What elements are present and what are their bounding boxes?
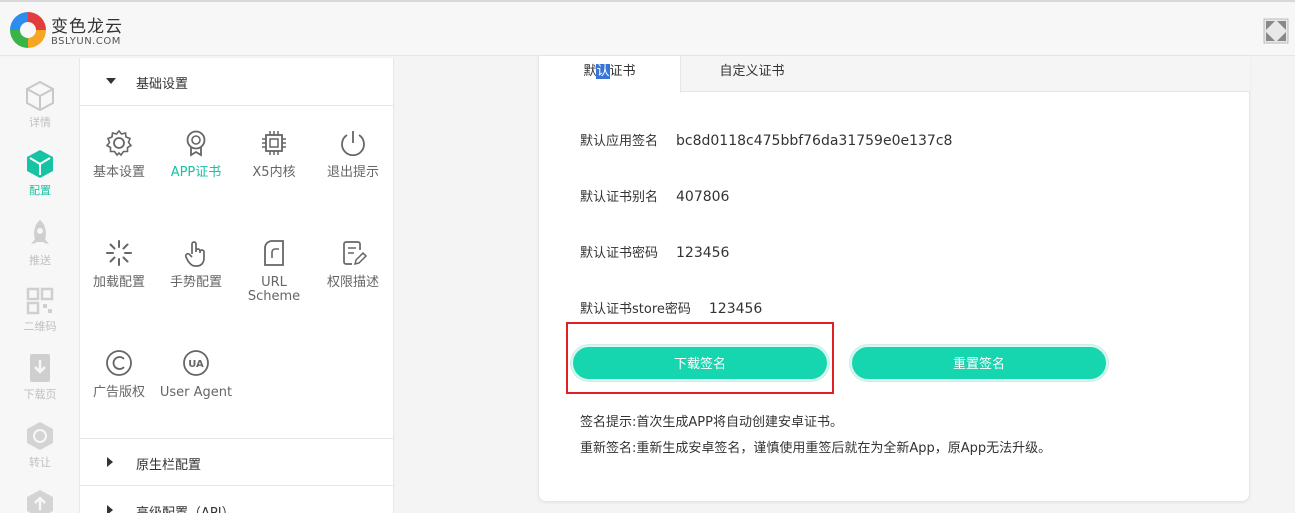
tab-custom-cert[interactable]: 自定义证书: [681, 56, 823, 92]
menu-item-label: 广告版权: [92, 385, 145, 400]
field-label: 默认证书store密码: [580, 302, 691, 317]
section-label: 基础设置: [136, 77, 189, 92]
brand-domain: BSLYUN.COM: [51, 36, 121, 47]
tab-label: 默: [583, 64, 597, 79]
menu-item-basic[interactable]: 基本设置: [79, 128, 159, 180]
menu-item-permissions[interactable]: 权限描述: [313, 238, 393, 290]
edit-document-icon: [343, 241, 368, 266]
copyright-icon: [106, 350, 132, 376]
rail-item-push[interactable]: 推送: [0, 218, 80, 268]
menu-item-label: 权限描述: [326, 275, 379, 290]
url-scheme-icon: [264, 240, 284, 266]
caret-right-icon: [107, 505, 113, 513]
section-label: 高级配置（API）: [136, 502, 235, 513]
field-value: bc8d0118c475bbf76da31759e0e137c8: [676, 133, 953, 149]
field-label: 默认证书别名: [580, 190, 659, 205]
menu-item-label: User Agent: [159, 385, 233, 400]
menu-item-label-2: Scheme: [247, 289, 301, 304]
section-advanced-api[interactable]: 高级配置（API）: [80, 487, 393, 513]
menu-item-app-cert[interactable]: APP证书: [156, 128, 236, 180]
section-label: 原生栏配置: [136, 458, 202, 473]
loading-icon: [106, 240, 132, 266]
rail-item-config[interactable]: 配置: [0, 148, 80, 198]
menu-item-url-scheme[interactable]: URL Scheme: [234, 238, 314, 304]
settings-menu: 基础设置 基本设置 APP证书 X5内核 退出提示 加载配置 手势配置 URL …: [80, 58, 394, 513]
brand-name: 变色龙云: [51, 17, 123, 37]
menu-item-label: X5内核: [252, 165, 296, 180]
gear-icon: [105, 129, 133, 157]
signature-tip: 签名提示:首次生成APP将自动创建安卓证书。: [580, 415, 843, 430]
cert-tabs: 默认证书 自定义证书: [539, 56, 1250, 93]
rail-item-qrcode[interactable]: 二维码: [0, 286, 80, 334]
menu-item-label: APP证书: [170, 165, 222, 180]
caret-right-icon: [107, 457, 113, 467]
expand-icon[interactable]: [1263, 18, 1289, 44]
rail-item-transfer[interactable]: 转让: [0, 420, 80, 470]
default-app-signature-row: 默认应用签名 bc8d0118c475bbf76da31759e0e137c8: [580, 130, 952, 149]
field-label: 默认应用签名: [580, 134, 659, 149]
menu-item-label: 手势配置: [169, 275, 222, 290]
tab-default-cert[interactable]: 默认证书: [539, 56, 681, 93]
resign-warning: 重新签名:重新生成安卓签名，谨慎使用重签后就在为全新App，原App无法升级。: [580, 441, 1052, 456]
power-icon: [341, 131, 365, 157]
menu-item-label: 退出提示: [326, 165, 379, 180]
default-cert-alias-row: 默认证书别名 407806: [580, 186, 729, 205]
field-value: 407806: [676, 189, 730, 205]
certificate-panel: 默认证书 自定义证书 默认应用签名 bc8d0118c475bbf76da3175…: [538, 56, 1250, 502]
certificate-icon: [186, 130, 206, 157]
menu-item-loading[interactable]: 加载配置: [79, 238, 159, 290]
icon-rail: 详情 配置 推送 二维码 下载页 转让: [0, 58, 80, 513]
brand-logo[interactable]: [10, 12, 46, 48]
default-cert-password-row: 默认证书密码 123456: [580, 242, 729, 261]
cube-icon: [27, 150, 53, 178]
app-header: 变色龙云 BSLYUN.COM: [0, 0, 1295, 56]
section-native-bar[interactable]: 原生栏配置: [80, 438, 393, 486]
menu-item-label: URL: [261, 275, 287, 290]
hand-pointer-icon: [184, 241, 205, 267]
rocket-icon: [31, 220, 49, 244]
cube-outline-icon: [26, 80, 54, 112]
field-value: 123456: [676, 245, 730, 261]
field-value: 123456: [708, 301, 763, 317]
menu-item-x5-kernel[interactable]: X5内核: [234, 128, 314, 180]
upload-icon: [27, 490, 53, 513]
menu-item-gesture[interactable]: 手势配置: [156, 238, 236, 290]
tab-label: 证书: [609, 64, 636, 79]
rail-item-upload[interactable]: [0, 488, 80, 513]
section-basic-settings[interactable]: 基础设置: [80, 58, 393, 106]
menu-item-label: 加载配置: [92, 275, 145, 290]
field-label: 默认证书密码: [580, 246, 659, 261]
rail-item-details[interactable]: 详情: [0, 80, 80, 130]
menu-item-ad-copyright[interactable]: 广告版权: [79, 348, 159, 400]
rail-item-download-page[interactable]: 下载页: [0, 352, 80, 402]
svg-text:UA: UA: [188, 359, 204, 370]
caret-down-icon: [106, 78, 116, 84]
rail-label: 详情: [29, 116, 51, 129]
rail-label: 转让: [29, 456, 51, 469]
download-page-icon: [30, 354, 50, 382]
user-agent-icon: UA: [183, 350, 209, 376]
rail-label: 二维码: [23, 320, 57, 333]
rail-label: 推送: [29, 254, 51, 267]
menu-item-label: 基本设置: [92, 165, 145, 180]
menu-item-exit-prompt[interactable]: 退出提示: [313, 128, 393, 180]
rail-label: 下载页: [23, 388, 57, 401]
reset-signature-button[interactable]: 重置签名: [850, 345, 1108, 381]
chip-icon: [262, 131, 286, 155]
menu-item-user-agent[interactable]: UA User Agent: [156, 348, 236, 400]
download-signature-button[interactable]: 下载签名: [571, 345, 829, 381]
tab-label-selected-text: 认: [596, 64, 610, 79]
default-cert-store-password-row: 默认证书store密码 123456: [580, 298, 762, 317]
rail-label: 配置: [29, 184, 51, 197]
transfer-icon: [27, 422, 53, 450]
qr-code-icon: [26, 287, 54, 315]
